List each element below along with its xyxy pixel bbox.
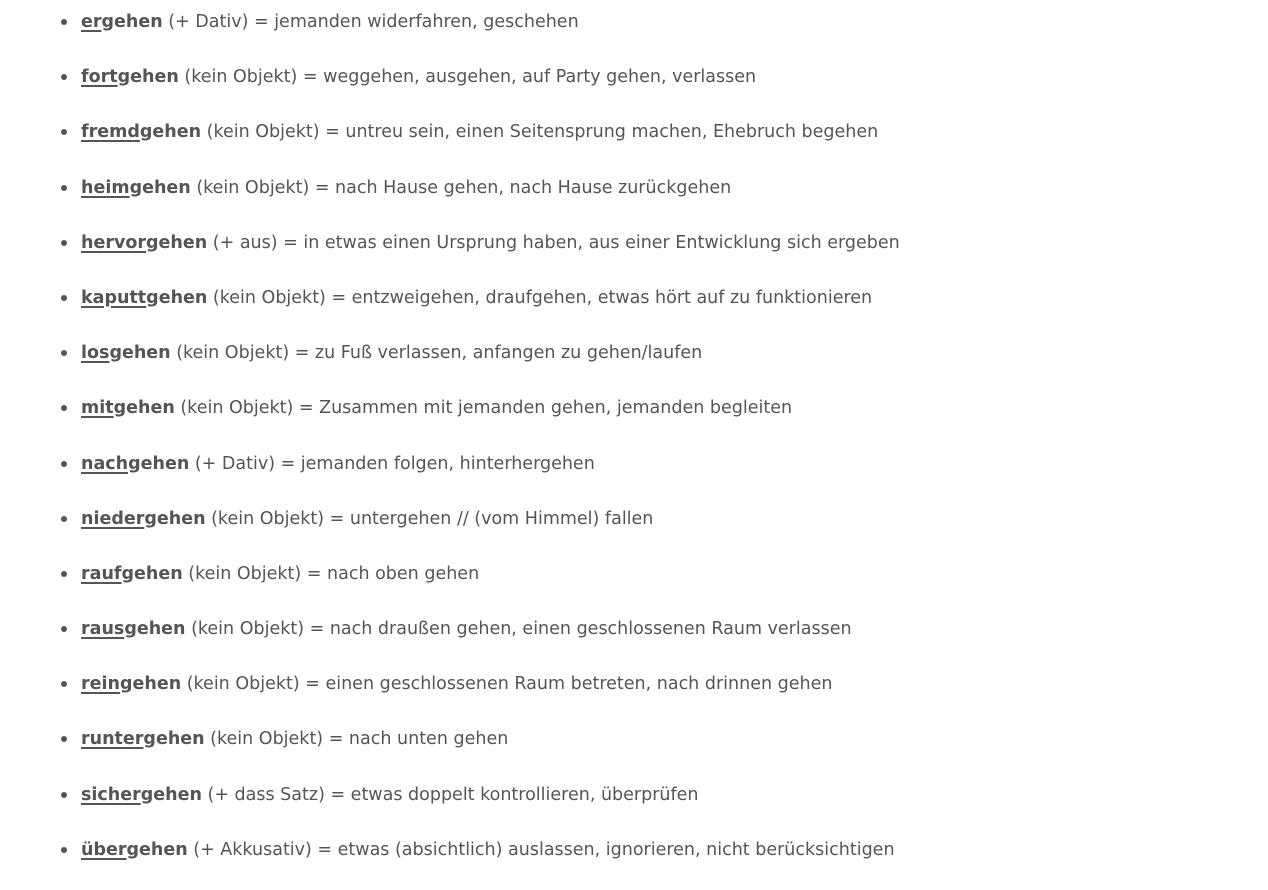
verb-term: reingehen [81,674,181,694]
bullet-icon [61,570,67,577]
verb-stem: gehen [109,343,171,364]
verb-prefix: rauf [81,563,122,584]
bullet-icon [61,791,67,798]
verb-stem: gehen [113,398,175,419]
list-item: rausgehen (kein Objekt) = nach draußen g… [0,614,1268,669]
bullet-icon [61,294,67,301]
verb-stem: gehen [144,508,206,529]
verb-term: ergehen [81,12,163,32]
bullet-icon [61,460,67,467]
bullet-icon [61,515,67,522]
list-item: kaputtgehen (kein Objekt) = entzweigehen… [0,283,1268,338]
verb-prefix: kaputt [81,287,147,308]
verb-term: niedergehen [81,509,206,529]
list-item: hervorgehen (+ aus) = in etwas einen Urs… [0,228,1268,283]
list-item: reingehen (kein Objekt) = einen geschlos… [0,669,1268,724]
verb-prefix: sicher [81,784,141,805]
verb-prefix: los [81,343,110,364]
verb-definition: (kein Objekt) = untreu sein, einen Seite… [201,122,879,143]
verb-stem: gehen [146,287,208,308]
verb-prefix: er [81,12,102,32]
list-item: runtergehen (kein Objekt) = nach unten g… [0,724,1268,779]
verb-prefix: fremd [81,122,140,143]
verb-stem: gehen [129,177,191,198]
verb-term: mitgehen [81,398,175,418]
list-item: nachgehen (+ Dativ) = jemanden folgen, h… [0,449,1268,504]
verb-term: hervorgehen [81,233,207,253]
verb-term: rausgehen [81,619,186,639]
verb-prefix: heim [81,177,130,198]
verb-stem: gehen [140,784,202,805]
bullet-icon [61,239,67,246]
verb-stem: gehen [101,12,163,32]
verb-stem: gehen [124,619,186,640]
list-item: heimgehen (kein Objekt) = nach Hause geh… [0,173,1268,228]
list-item: ergehen (+ Dativ) = jemanden widerfahren… [0,7,1268,62]
verb-prefix: fort [81,67,118,88]
verb-term: fremdgehen [81,122,201,142]
list-item: niedergehen (kein Objekt) = untergehen /… [0,504,1268,559]
verb-stem: gehen [143,729,205,750]
bullet-icon [61,350,67,357]
verb-prefix: hervor [81,232,147,253]
verb-term: losgehen [81,343,171,363]
verb-stem: gehen [119,674,182,695]
list-item: fremdgehen (kein Objekt) = untreu sein, … [0,117,1268,172]
verb-definition: (kein Objekt) = entzweigehen, draufgehen… [207,287,873,308]
verb-definition: (kein Objekt) = untergehen // (vom Himme… [205,508,654,529]
verb-definition: (kein Objekt) = nach unten gehen [204,729,509,750]
verb-definition: (kein Objekt) = nach draußen gehen, eine… [185,619,852,640]
verb-prefix: mit [81,398,114,419]
verb-term: übergehen [81,840,188,860]
verb-prefix: runter [81,729,144,750]
bullet-icon [61,184,67,191]
verb-prefix: nach [81,453,129,474]
list-item: losgehen (kein Objekt) = zu Fuß verlasse… [0,338,1268,393]
verb-term: raufgehen [81,564,183,584]
verb-definition: (kein Objekt) = zu Fuß verlassen, anfang… [170,343,703,364]
verb-term: sichergehen [81,785,202,805]
verb-stem: gehen [128,453,190,474]
bullet-icon [61,405,67,412]
verb-definition: (+ dass Satz) = etwas doppelt kontrollie… [201,784,699,805]
verb-term: fortgehen [81,67,179,87]
bullet-icon [61,681,67,688]
verb-prefix: nieder [81,508,145,529]
verb-definition: (kein Objekt) = nach oben gehen [182,563,480,584]
verb-definition: (kein Objekt) = einen geschlossenen Raum… [181,674,833,695]
verb-definition: (kein Objekt) = Zusammen mit jemanden ge… [174,398,793,419]
verb-list: ergehen (+ Dativ) = jemanden widerfahren… [0,7,1268,890]
verb-stem: gehen [126,839,188,860]
list-item: raufgehen (kein Objekt) = nach oben gehe… [0,559,1268,614]
list-item: mitgehen (kein Objekt) = Zusammen mit je… [0,393,1268,448]
verb-term: nachgehen [81,454,189,474]
verb-definition: (+ Dativ) = jemanden widerfahren, gesche… [162,12,579,32]
bullet-icon [61,626,67,633]
verb-definition: (+ Dativ) = jemanden folgen, hinterherge… [189,453,595,474]
verb-prefix: raus [81,619,125,640]
bullet-icon [61,74,67,81]
verb-definition: (kein Objekt) = weggehen, ausgehen, auf … [178,67,757,88]
list-item: sichergehen (+ dass Satz) = etwas doppel… [0,780,1268,835]
verb-prefix: rein [81,674,120,695]
verb-stem: gehen [146,232,208,253]
verb-stem: gehen [117,67,179,88]
bullet-icon [61,19,67,25]
verb-stem: gehen [139,122,202,143]
verb-definition: (kein Objekt) = nach Hause gehen, nach H… [190,177,732,198]
bullet-icon [61,846,67,853]
verb-definition: (+ aus) = in etwas einen Ursprung haben,… [207,232,900,253]
verb-definition: (+ Akkusativ) = etwas (absichtlich) ausl… [187,839,895,860]
list-item: übergehen (+ Akkusativ) = etwas (absicht… [0,835,1268,890]
verb-term: heimgehen [81,178,191,198]
verb-term: kaputtgehen [81,288,207,308]
verb-term: runtergehen [81,729,205,749]
bullet-icon [61,129,67,136]
verb-stem: gehen [121,563,183,584]
bullet-icon [61,736,67,743]
verb-prefix: über [81,839,127,860]
list-item: fortgehen (kein Objekt) = weggehen, ausg… [0,62,1268,117]
